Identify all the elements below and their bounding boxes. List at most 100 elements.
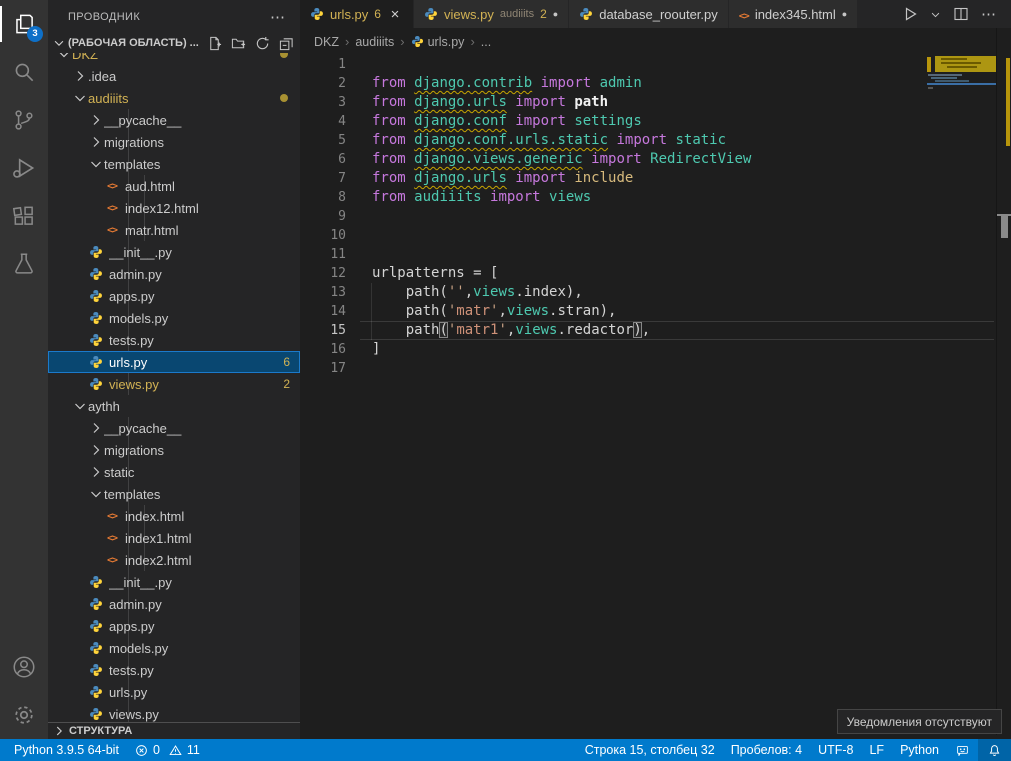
breadcrumb-item[interactable]: audiiits xyxy=(355,35,394,49)
line-number: 4 xyxy=(300,112,360,131)
new-folder-icon[interactable] xyxy=(231,36,246,51)
run-dropdown-icon[interactable] xyxy=(930,9,941,20)
tree-item[interactable]: __init__.py xyxy=(48,241,300,263)
tree-item[interactable]: admin.py xyxy=(48,263,300,285)
source-control-icon[interactable] xyxy=(0,96,48,144)
tree-item[interactable]: admin.py xyxy=(48,593,300,615)
tab-urls.py[interactable]: urls.py6× xyxy=(300,0,414,28)
refresh-icon[interactable] xyxy=(255,36,270,51)
tree-item[interactable]: __pycache__ xyxy=(48,109,300,131)
cursor-position[interactable]: Строка 15, столбец 32 xyxy=(577,739,723,761)
encoding[interactable]: UTF-8 xyxy=(810,739,861,761)
tree-item[interactable]: tests.py xyxy=(48,659,300,681)
scrollbar-thumb xyxy=(1001,216,1008,238)
code-line[interactable]: path('matr1',views.redactor), xyxy=(360,321,994,340)
sidebar-more-icon[interactable]: ⋯ xyxy=(270,8,286,26)
code-line[interactable]: ] xyxy=(360,340,994,359)
breadcrumb-item[interactable]: urls.py xyxy=(428,35,465,49)
line-number: 1 xyxy=(300,55,360,74)
new-file-icon[interactable] xyxy=(207,36,222,51)
line-number: 9 xyxy=(300,207,360,226)
code-line[interactable]: from django.urls import path xyxy=(360,93,994,112)
tree-item[interactable]: urls.py xyxy=(48,681,300,703)
account-icon[interactable] xyxy=(0,643,48,691)
extensions-icon[interactable] xyxy=(0,192,48,240)
tree-item[interactable]: <>index1.html xyxy=(48,527,300,549)
tree-item[interactable]: __pycache__ xyxy=(48,417,300,439)
code-line[interactable] xyxy=(360,55,994,74)
code-line[interactable]: from django.views.generic import Redirec… xyxy=(360,150,994,169)
code-line[interactable]: from django.conf import settings xyxy=(360,112,994,131)
tree-item[interactable]: migrations xyxy=(48,439,300,461)
tree-item[interactable]: <>index.html xyxy=(48,505,300,527)
split-editor-icon[interactable] xyxy=(953,6,969,22)
code-line[interactable] xyxy=(360,245,994,264)
search-icon[interactable] xyxy=(0,48,48,96)
tree-item[interactable]: aythh xyxy=(48,395,300,417)
testing-icon[interactable] xyxy=(0,240,48,288)
code-line[interactable]: from django.urls import include xyxy=(360,169,994,188)
settings-gear-icon[interactable] xyxy=(0,691,48,739)
tab-database_roouter.py[interactable]: database_roouter.py xyxy=(569,0,729,28)
tree-item[interactable]: migrations xyxy=(48,131,300,153)
breadcrumb-item[interactable]: DKZ xyxy=(314,35,339,49)
tree-item[interactable]: <>matr.html xyxy=(48,219,300,241)
tab-index345.html[interactable]: <>index345.html● xyxy=(729,0,858,28)
tree-item[interactable]: templates xyxy=(48,483,300,505)
outline-section-header[interactable]: СТРУКТУРА xyxy=(48,722,300,739)
feedback-icon[interactable] xyxy=(947,739,978,761)
notifications-bell-icon[interactable] xyxy=(978,739,1011,761)
workspace-section-header[interactable]: (РАБОЧАЯ ОБЛАСТЬ) ... xyxy=(48,33,300,53)
tree-item[interactable]: urls.py6 xyxy=(48,351,300,373)
tree-item[interactable]: models.py xyxy=(48,307,300,329)
tree-item[interactable]: <>aud.html xyxy=(48,175,300,197)
code-line[interactable] xyxy=(360,207,994,226)
tree-item[interactable]: static xyxy=(48,461,300,483)
eol[interactable]: LF xyxy=(861,739,892,761)
breadcrumb-separator: › xyxy=(400,34,404,49)
run-icon[interactable] xyxy=(902,6,918,22)
code-line[interactable]: from django.conf.urls.static import stat… xyxy=(360,131,994,150)
code-token: matr xyxy=(456,303,490,319)
tree-item[interactable]: tests.py xyxy=(48,329,300,351)
run-debug-icon[interactable] xyxy=(0,144,48,192)
modified-dot xyxy=(280,94,288,102)
code-content[interactable]: from django.contrib import adminfrom dja… xyxy=(360,55,994,378)
code-token: ] xyxy=(372,341,380,357)
overview-ruler[interactable] xyxy=(996,28,1011,735)
more-actions-icon[interactable]: ⋯ xyxy=(981,5,997,23)
tree-item[interactable]: <>index2.html xyxy=(48,549,300,571)
tree-item[interactable]: templates xyxy=(48,153,300,175)
code-line[interactable]: path('matr',views.stran), xyxy=(360,302,994,321)
tree-item[interactable]: DKZ xyxy=(48,53,300,65)
tree-item[interactable]: __init__.py xyxy=(48,571,300,593)
tree-item[interactable]: audiiits xyxy=(48,87,300,109)
code-line[interactable] xyxy=(360,226,994,245)
python-interpreter[interactable]: Python 3.9.5 64-bit xyxy=(6,739,127,761)
code-line[interactable]: from audiiits import views xyxy=(360,188,994,207)
tree-item[interactable]: views.py xyxy=(48,703,300,722)
tree-item-label: index.html xyxy=(125,509,300,524)
minimap[interactable] xyxy=(927,55,996,735)
code-line[interactable]: path('',views.index), xyxy=(360,283,994,302)
code-line[interactable]: urlpatterns = [ xyxy=(360,264,994,283)
problems[interactable]: 011 xyxy=(127,739,208,761)
code-line[interactable] xyxy=(360,359,994,378)
code-editor[interactable]: 1234567891011121314151617 from django.co… xyxy=(300,55,1011,735)
tab-views.py[interactable]: views.pyaudiiits2● xyxy=(414,0,569,28)
language-mode[interactable]: Python xyxy=(892,739,947,761)
chevron-right-icon xyxy=(52,724,66,738)
tree-item[interactable]: models.py xyxy=(48,637,300,659)
tree-item[interactable]: .idea xyxy=(48,65,300,87)
tree-item[interactable]: apps.py xyxy=(48,615,300,637)
indentation[interactable]: Пробелов: 4 xyxy=(723,739,810,761)
tree-item[interactable]: apps.py xyxy=(48,285,300,307)
collapse-all-icon[interactable] xyxy=(279,36,294,51)
code-line[interactable]: from django.contrib import admin xyxy=(360,74,994,93)
code-token: views xyxy=(549,189,591,205)
tree-item[interactable]: <>index12.html xyxy=(48,197,300,219)
tree-item[interactable]: views.py2 xyxy=(48,373,300,395)
explorer-icon[interactable]: 3 xyxy=(0,0,48,48)
close-icon[interactable]: × xyxy=(387,6,403,23)
breadcrumb-item[interactable]: ... xyxy=(481,35,491,49)
